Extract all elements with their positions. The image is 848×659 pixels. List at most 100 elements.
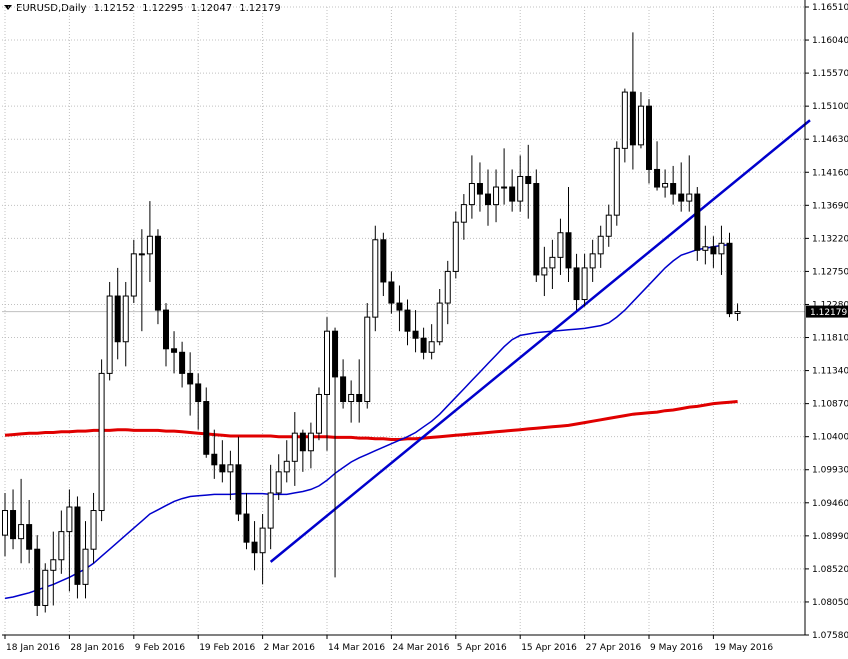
y-tick-label: 1.14630 <box>812 135 848 145</box>
ma-slow-series <box>4 400 738 441</box>
x-tick-label: 5 Apr 2016 <box>457 643 507 653</box>
candle-body <box>187 372 194 385</box>
candle-body <box>307 432 314 452</box>
candle-body <box>34 548 41 606</box>
candle-body <box>581 267 588 301</box>
y-tick-label: 1.08520 <box>812 565 848 575</box>
candle-body <box>549 256 556 269</box>
candle-body <box>493 186 500 206</box>
candle-body <box>452 221 459 272</box>
candle-body <box>259 527 266 554</box>
candle-body <box>686 193 693 202</box>
x-tick-label: 9 May 2016 <box>650 643 703 653</box>
candle-body <box>517 175 524 202</box>
candle-body <box>597 235 604 255</box>
y-tick-label: 1.13220 <box>812 234 848 244</box>
candle-body <box>90 510 97 550</box>
ma-slow-line <box>4 400 738 441</box>
candle-body <box>629 91 636 146</box>
candle-body <box>573 267 580 301</box>
candle-body <box>227 464 234 473</box>
candle-body <box>637 105 644 146</box>
candle-body <box>412 330 419 339</box>
candle-body <box>283 460 290 473</box>
price-tag-label: 1.12179 <box>810 308 847 318</box>
x-tick-label: 9 Feb 2016 <box>135 643 186 653</box>
candle-body <box>654 168 661 188</box>
candle-body <box>404 309 411 332</box>
candle-body <box>130 253 137 297</box>
candle-body <box>267 492 274 529</box>
candle-body <box>356 393 363 403</box>
candle-body <box>2 510 8 536</box>
candle-body <box>621 91 628 149</box>
candle-body <box>525 175 532 185</box>
plot-frame <box>2 0 806 636</box>
candle-body <box>26 524 33 550</box>
candle-body <box>364 316 371 403</box>
candle-body <box>702 246 709 251</box>
candle-body <box>468 183 475 206</box>
candle-body <box>605 214 612 237</box>
trendline <box>269 119 811 563</box>
candle-body <box>380 239 387 283</box>
candle-body <box>66 506 73 533</box>
candle-body <box>324 330 330 395</box>
candle-body <box>589 253 596 269</box>
x-tick-label: 18 Jan 2016 <box>6 643 60 653</box>
candle-body <box>565 232 572 269</box>
x-tick-label: 19 May 2016 <box>714 643 773 653</box>
candle-body <box>533 183 540 276</box>
ma-fast-series <box>4 243 730 600</box>
x-tick-label: 27 Apr 2016 <box>586 643 642 653</box>
candle-body <box>42 569 49 606</box>
candle-body <box>114 295 121 343</box>
candle-body <box>211 453 218 466</box>
candle-body <box>734 311 741 314</box>
y-tick-label: 1.13690 <box>812 201 848 211</box>
y-tick-label: 1.12750 <box>812 267 848 277</box>
candle-body <box>694 193 701 251</box>
y-tick-label: 1.10870 <box>812 400 848 410</box>
y-tick-label: 1.08990 <box>812 532 848 542</box>
candle-body <box>613 147 620 216</box>
y-tick-label: 1.14160 <box>812 168 848 178</box>
candle-body <box>171 348 178 353</box>
candle-body <box>58 531 65 561</box>
candle-body <box>444 270 451 304</box>
candle-body <box>670 183 677 195</box>
y-tick-label: 1.16510 <box>812 3 848 13</box>
price-chart[interactable]: 1.16510 1.16040 1.15570 1.15100 1.14630 1.141… <box>0 0 848 659</box>
candle-body <box>509 186 516 202</box>
candle-body <box>98 372 105 512</box>
candle-body <box>138 253 145 256</box>
candle-body <box>315 393 322 434</box>
candle-body <box>372 239 379 318</box>
candle-body <box>251 541 258 554</box>
candle-body <box>646 105 652 170</box>
candle-body <box>235 464 242 515</box>
candle-body <box>460 204 467 223</box>
candle-body <box>179 351 186 374</box>
ma-fast-line <box>4 243 730 600</box>
candle-body <box>388 281 395 304</box>
candle-body <box>18 524 25 540</box>
x-tick-label: 28 Jan 2016 <box>70 643 124 653</box>
candle-body <box>718 242 725 255</box>
candle-body <box>106 295 113 374</box>
candles-group <box>2 32 741 617</box>
candle-body <box>195 383 202 403</box>
candle-body <box>710 246 717 255</box>
current-price-tag: 1.12179 <box>806 305 848 318</box>
y-tick-label: 1.09930 <box>812 466 848 476</box>
candle-body <box>662 183 669 188</box>
candle-body <box>726 242 733 315</box>
candle-body <box>243 513 250 543</box>
y-axis: 1.16510 1.16040 1.15570 1.15100 1.14630 1.141… <box>805 3 848 641</box>
candle-body <box>299 432 306 452</box>
candle-body <box>122 295 129 343</box>
candle-body <box>541 267 548 276</box>
candle-body <box>74 506 81 585</box>
candle-body <box>420 337 427 353</box>
candle-body <box>348 393 355 403</box>
